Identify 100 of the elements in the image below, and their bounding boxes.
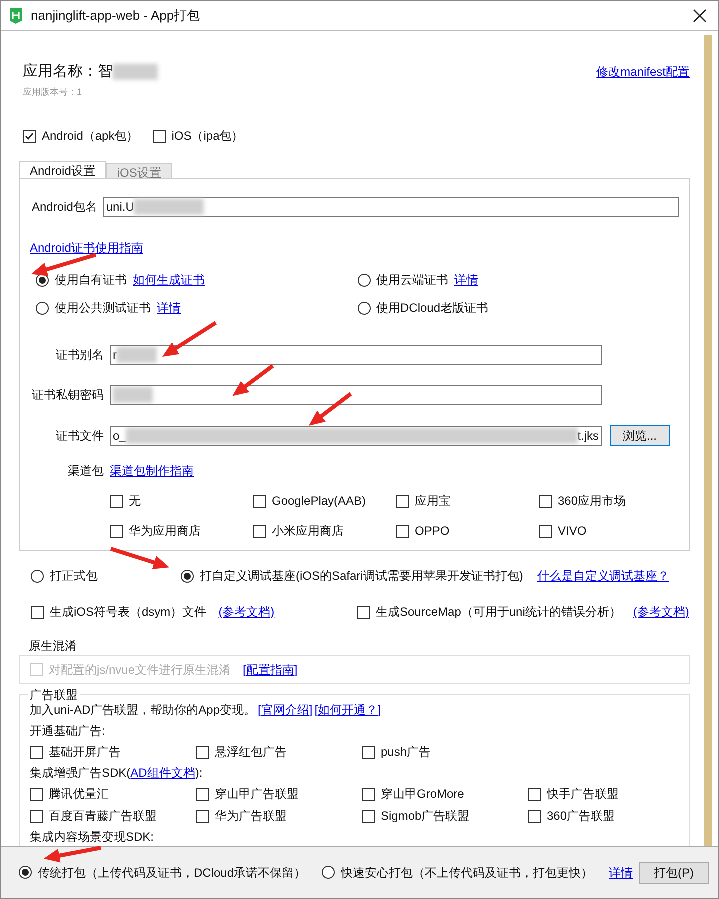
checkbox[interactable] <box>528 788 541 800</box>
checkbox[interactable] <box>196 788 209 800</box>
checkbox[interactable] <box>396 524 409 538</box>
checkbox[interactable] <box>539 524 552 538</box>
checkbox-label: Sigmob广告联盟 <box>381 808 470 825</box>
field-value: t.jks <box>578 428 599 444</box>
input-field[interactable] <box>110 385 602 405</box>
window-title: nanjinglift-app-web - App打包 <box>31 6 200 25</box>
radio-label: 使用自有证书 <box>55 272 127 289</box>
field-value: r <box>113 347 117 364</box>
checkbox-label: 无 <box>129 493 141 510</box>
checkbox-label: 华为应用商店 <box>129 523 201 540</box>
link[interactable]: 详情 <box>454 271 478 289</box>
radio-label: 使用云端证书 <box>376 272 448 289</box>
field-label: Android包名 <box>32 199 98 216</box>
checkbox[interactable] <box>362 788 375 800</box>
checkbox-label: iOS（ipa包） <box>172 128 244 145</box>
link[interactable]: 渠道包制作指南 <box>110 462 194 480</box>
input-field[interactable]: r <box>110 345 602 365</box>
radio-label: 使用公共测试证书 <box>55 300 151 317</box>
checkbox[interactable] <box>31 606 44 618</box>
checkbox-label: 对配置的js/nvue文件进行原生混淆 <box>49 662 232 678</box>
checkbox[interactable] <box>152 130 166 142</box>
field-label: 渠道包 <box>67 463 104 480</box>
link[interactable]: [如何开通？] <box>314 701 382 719</box>
checkbox-label: 360应用市场 <box>558 493 626 510</box>
checkbox-label: 生成SourceMap（可用于uni统计的错误分析） <box>376 604 622 621</box>
checkbox[interactable] <box>110 524 123 538</box>
link[interactable]: 什么是自定义调试基座？ <box>537 569 670 583</box>
tab[interactable]: iOS设置 <box>106 163 172 179</box>
checkbox-label: 360广告联盟 <box>547 808 616 825</box>
radio-button[interactable] <box>358 302 370 314</box>
link[interactable]: (参考文档) <box>633 603 690 621</box>
radio-label: 打自定义调试基座(iOS的Safari调试需要用苹果开发证书打包) <box>200 568 524 585</box>
field-label: 证书私钥密码 <box>31 387 104 404</box>
build-button[interactable]: 打包(P) <box>639 862 710 884</box>
checkbox[interactable] <box>110 494 123 508</box>
checkbox-label: 生成iOS符号表（dsym）文件 <box>50 604 207 621</box>
checkbox-label: 腾讯优量汇 <box>49 786 109 803</box>
browse-button[interactable]: 浏览... <box>610 425 670 446</box>
link[interactable]: AD组件文档 <box>130 764 196 782</box>
checkbox[interactable] <box>396 494 409 508</box>
checkbox[interactable] <box>253 524 266 538</box>
checkbox-label: 基础开屏广告 <box>49 744 121 761</box>
radio-label: 打正式包 <box>50 568 98 585</box>
checkbox[interactable] <box>528 810 541 822</box>
section-label: ): <box>195 765 203 782</box>
checkbox-label: push广告 <box>381 744 432 761</box>
checkbox[interactable] <box>30 788 43 800</box>
checkbox-label: 华为广告联盟 <box>215 808 287 825</box>
radio-button[interactable] <box>358 274 370 286</box>
checkbox[interactable] <box>362 746 375 758</box>
link[interactable]: 详情 <box>609 864 634 882</box>
input-field[interactable]: uni.U <box>103 197 679 217</box>
manifest-link[interactable]: 修改manifest配置 <box>596 65 690 79</box>
annotation-arrow <box>308 392 352 426</box>
radio-button[interactable] <box>181 570 194 582</box>
checkbox-label: GooglePlay(AAB) <box>272 493 366 510</box>
checkbox[interactable] <box>30 746 43 758</box>
field-label: 证书文件 <box>55 428 104 444</box>
checkbox[interactable] <box>196 810 209 822</box>
checkbox-label: 百度百青藤广告联盟 <box>49 808 157 825</box>
field-value: o_ <box>113 428 126 444</box>
guide-link[interactable]: Android证书使用指南 <box>30 241 144 255</box>
input-field[interactable]: o_ t.jks <box>110 426 602 446</box>
section-label: 开通基础广告: <box>30 723 106 740</box>
radio-button[interactable] <box>322 866 336 879</box>
checkbox[interactable] <box>539 494 552 508</box>
checkbox[interactable] <box>357 606 370 618</box>
app-name: 应用名称：智 <box>23 62 113 82</box>
checkbox[interactable] <box>23 130 36 142</box>
link[interactable]: [官网介绍] <box>258 701 313 719</box>
checkbox-label: 悬浮红包广告 <box>215 744 287 761</box>
link[interactable]: 详情 <box>157 299 181 317</box>
checkbox-label: Android（apk包） <box>42 128 139 145</box>
ad-intro: 加入uni-AD广告联盟，帮助你的App变现。 <box>30 702 256 719</box>
checkbox-label: 小米应用商店 <box>272 523 344 540</box>
radio-button[interactable] <box>19 866 32 879</box>
checkbox[interactable] <box>253 494 266 508</box>
annotation-arrow <box>44 846 102 863</box>
group-title: 原生混淆 <box>28 639 77 653</box>
link[interactable]: (参考文档) <box>218 603 275 621</box>
tab[interactable]: Android设置 <box>19 161 106 179</box>
radio-button[interactable] <box>36 302 49 314</box>
checkbox-label: OPPO <box>415 523 450 540</box>
field-value: uni.U <box>106 199 134 216</box>
field-label: 证书别名 <box>55 347 104 364</box>
checkbox-label: 应用宝 <box>415 493 451 510</box>
checkbox-label: 穿山甲GroMore <box>381 786 464 803</box>
checkbox[interactable] <box>362 810 375 822</box>
radio-button[interactable] <box>31 570 44 582</box>
checkbox-label: 快手广告联盟 <box>547 786 619 803</box>
checkbox-label: 穿山甲广告联盟 <box>215 786 299 803</box>
app-logo-icon <box>9 8 23 24</box>
checkbox-label: VIVO <box>558 523 587 540</box>
link[interactable]: 如何生成证书 <box>133 271 205 289</box>
checkbox[interactable] <box>30 810 43 822</box>
annotation-arrow <box>232 364 274 396</box>
group-title: 广告联盟 <box>28 686 80 704</box>
checkbox[interactable] <box>196 746 209 758</box>
